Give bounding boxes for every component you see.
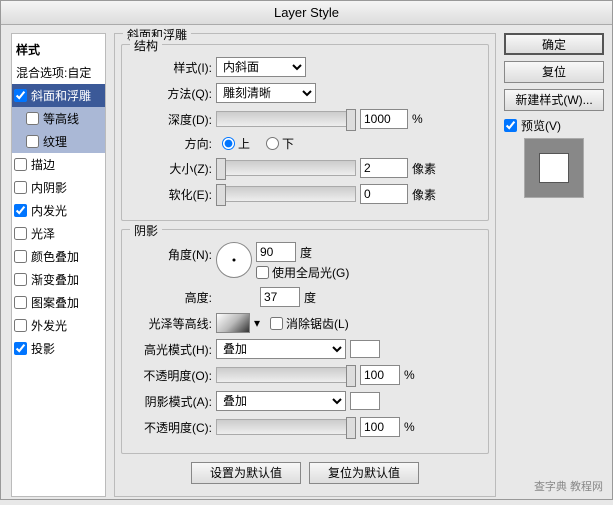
angle-label: 角度(N): xyxy=(132,242,212,263)
highlight-opacity-input[interactable] xyxy=(360,365,400,385)
soften-slider[interactable] xyxy=(216,186,356,202)
style-item-checkbox[interactable] xyxy=(14,296,27,309)
gloss-contour-picker[interactable] xyxy=(216,313,250,333)
styles-header: 样式 xyxy=(12,38,105,61)
style-item-checkbox[interactable] xyxy=(14,342,27,355)
shadow-opacity-input[interactable] xyxy=(360,417,400,437)
shadow-opacity-unit: % xyxy=(404,420,415,434)
style-item-label: 纹理 xyxy=(43,133,67,150)
make-default-button[interactable]: 设置为默认值 xyxy=(191,462,301,484)
technique-select[interactable]: 雕刻清晰 xyxy=(216,83,316,103)
altitude-unit: 度 xyxy=(304,289,316,306)
style-item-label: 光泽 xyxy=(31,225,55,242)
bevel-emboss-panel: 斜面和浮雕 结构 样式(I): 内斜面 方法(Q): 雕刻清晰 深度(D): xyxy=(114,33,496,497)
shadow-mode-select[interactable]: 叠加 xyxy=(216,391,346,411)
style-item-4[interactable]: 内阴影 xyxy=(12,176,105,199)
style-item-checkbox[interactable] xyxy=(14,181,27,194)
depth-slider[interactable] xyxy=(216,111,356,127)
angle-input[interactable] xyxy=(256,242,296,262)
style-item-5[interactable]: 内发光 xyxy=(12,199,105,222)
style-item-label: 等高线 xyxy=(43,110,79,127)
soften-label: 软化(E): xyxy=(132,186,212,203)
style-item-label: 斜面和浮雕 xyxy=(31,87,91,104)
shading-group: 阴影 角度(N): 度 使用全局光(G) xyxy=(121,229,489,454)
style-item-8[interactable]: 渐变叠加 xyxy=(12,268,105,291)
depth-unit: % xyxy=(412,112,423,126)
style-item-6[interactable]: 光泽 xyxy=(12,222,105,245)
highlight-mode-select[interactable]: 叠加 xyxy=(216,339,346,359)
style-item-0[interactable]: 斜面和浮雕 xyxy=(12,84,105,107)
style-select[interactable]: 内斜面 xyxy=(216,57,306,77)
depth-input[interactable] xyxy=(360,109,408,129)
angle-unit: 度 xyxy=(300,244,312,261)
preview-swatch xyxy=(524,138,584,198)
style-item-3[interactable]: 描边 xyxy=(12,153,105,176)
soften-input[interactable] xyxy=(360,184,408,204)
ok-button[interactable]: 确定 xyxy=(504,33,604,55)
style-item-11[interactable]: 投影 xyxy=(12,337,105,360)
style-item-checkbox[interactable] xyxy=(14,204,27,217)
size-label: 大小(Z): xyxy=(132,160,212,177)
style-item-checkbox[interactable] xyxy=(14,89,27,102)
titlebar: Layer Style xyxy=(1,1,612,25)
gloss-label: 光泽等高线: xyxy=(132,315,212,332)
shading-legend: 阴影 xyxy=(130,222,162,239)
style-item-label: 投影 xyxy=(31,340,55,357)
style-item-label: 颜色叠加 xyxy=(31,248,79,265)
shadow-opacity-label: 不透明度(C): xyxy=(132,419,212,436)
watermark: 查字典 教程网 xyxy=(534,478,603,494)
style-item-label: 描边 xyxy=(31,156,55,173)
blend-options-row[interactable]: 混合选项:自定 xyxy=(12,61,105,84)
structure-group: 结构 样式(I): 内斜面 方法(Q): 雕刻清晰 深度(D): % xyxy=(121,44,489,221)
reset-default-button[interactable]: 复位为默认值 xyxy=(309,462,419,484)
size-unit: 像素 xyxy=(412,160,436,177)
highlight-opacity-label: 不透明度(O): xyxy=(132,367,212,384)
direction-down-radio[interactable]: 下 xyxy=(266,135,294,152)
style-item-label: 图案叠加 xyxy=(31,294,79,311)
shadow-mode-label: 阴影模式(A): xyxy=(132,393,212,410)
altitude-label: 高度: xyxy=(132,289,212,306)
depth-label: 深度(D): xyxy=(132,111,212,128)
antialias-checkbox[interactable]: 消除锯齿(L) xyxy=(270,315,349,332)
style-item-checkbox[interactable] xyxy=(26,135,39,148)
technique-label: 方法(Q): xyxy=(132,85,212,102)
size-slider[interactable] xyxy=(216,160,356,176)
style-label: 样式(I): xyxy=(132,59,212,76)
highlight-mode-label: 高光模式(H): xyxy=(132,341,212,358)
style-item-checkbox[interactable] xyxy=(26,112,39,125)
cancel-button[interactable]: 复位 xyxy=(504,61,604,83)
style-item-1[interactable]: 等高线 xyxy=(12,107,105,130)
style-item-label: 外发光 xyxy=(31,317,67,334)
style-item-checkbox[interactable] xyxy=(14,250,27,263)
style-item-label: 内阴影 xyxy=(31,179,67,196)
preview-checkbox[interactable] xyxy=(504,119,517,132)
global-light-checkbox[interactable]: 使用全局光(G) xyxy=(256,264,349,281)
direction-label: 方向: xyxy=(132,135,212,152)
size-input[interactable] xyxy=(360,158,408,178)
style-item-9[interactable]: 图案叠加 xyxy=(12,291,105,314)
style-item-checkbox[interactable] xyxy=(14,319,27,332)
style-item-label: 渐变叠加 xyxy=(31,271,79,288)
style-item-7[interactable]: 颜色叠加 xyxy=(12,245,105,268)
altitude-input[interactable] xyxy=(260,287,300,307)
styles-panel: 样式 混合选项:自定 斜面和浮雕等高线纹理描边内阴影内发光光泽颜色叠加渐变叠加图… xyxy=(11,33,106,497)
style-item-10[interactable]: 外发光 xyxy=(12,314,105,337)
new-style-button[interactable]: 新建样式(W)... xyxy=(504,89,604,111)
shadow-opacity-slider[interactable] xyxy=(216,419,356,435)
structure-legend: 结构 xyxy=(130,37,162,54)
style-item-2[interactable]: 纹理 xyxy=(12,130,105,153)
highlight-opacity-unit: % xyxy=(404,368,415,382)
angle-dial[interactable] xyxy=(216,242,252,278)
chevron-down-icon[interactable]: ▾ xyxy=(254,316,260,330)
preview-label: 预览(V) xyxy=(521,117,561,134)
soften-unit: 像素 xyxy=(412,186,436,203)
highlight-opacity-slider[interactable] xyxy=(216,367,356,383)
style-item-label: 内发光 xyxy=(31,202,67,219)
style-item-checkbox[interactable] xyxy=(14,227,27,240)
shadow-color-swatch[interactable] xyxy=(350,392,380,410)
direction-up-radio[interactable]: 上 xyxy=(222,135,250,152)
highlight-color-swatch[interactable] xyxy=(350,340,380,358)
style-item-checkbox[interactable] xyxy=(14,273,27,286)
style-item-checkbox[interactable] xyxy=(14,158,27,171)
